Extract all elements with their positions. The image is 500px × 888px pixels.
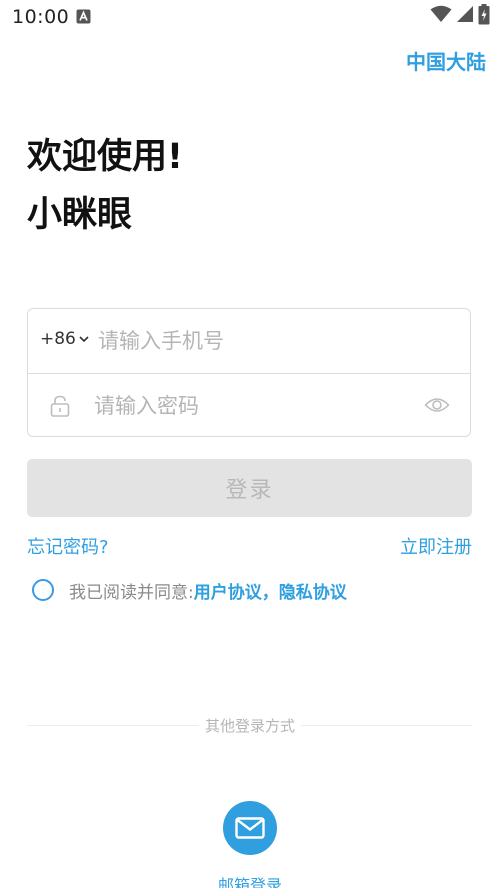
email-login-button[interactable]	[223, 801, 277, 855]
agreement-checkbox[interactable]	[32, 579, 54, 601]
agreement-separator: ，	[261, 582, 279, 603]
privacy-agreement-link[interactable]: 隐私协议	[279, 578, 347, 603]
login-button[interactable]: 登录	[27, 459, 472, 517]
wifi-icon	[430, 5, 452, 27]
app-name: 小眯眼	[27, 195, 133, 235]
password-input[interactable]	[94, 390, 414, 422]
region-selector[interactable]: 中国大陆	[406, 46, 486, 75]
other-login-label: 其他登录方式	[198, 717, 301, 735]
password-row	[28, 374, 470, 437]
cell-signal-icon	[456, 5, 474, 27]
chevron-down-icon	[79, 336, 89, 343]
other-login-divider: 其他登录方式	[0, 715, 500, 736]
status-bar: 10:00	[0, 0, 500, 34]
phone-input[interactable]	[98, 325, 448, 357]
status-time: 10:00	[12, 6, 70, 28]
eye-icon[interactable]	[424, 394, 450, 416]
welcome-title: 欢迎使用!	[27, 137, 183, 177]
battery-charging-icon	[478, 3, 490, 29]
login-form: +86	[27, 308, 471, 437]
notification-a-icon	[76, 9, 91, 24]
forgot-password-link[interactable]: 忘记密码?	[27, 533, 109, 559]
agreement-row: 我已阅读并同意: 用户协议 ， 隐私协议	[32, 576, 347, 604]
login-screen: 10:00 中国大陆 欢迎使用! 小眯眼 +86 请输入手机号 登录 忘记密码?…	[0, 0, 500, 888]
phone-row: +86	[28, 309, 470, 374]
mail-icon	[235, 817, 265, 839]
register-link[interactable]: 立即注册	[400, 533, 472, 559]
email-login-label[interactable]: 邮箱登录	[0, 872, 500, 888]
country-code-label: +86	[40, 329, 76, 349]
status-icons	[430, 3, 490, 29]
country-code-selector[interactable]: +86	[40, 329, 90, 349]
agreement-prefix: 我已阅读并同意:	[69, 582, 194, 603]
lock-icon	[50, 394, 70, 418]
user-agreement-link[interactable]: 用户协议	[194, 578, 262, 603]
